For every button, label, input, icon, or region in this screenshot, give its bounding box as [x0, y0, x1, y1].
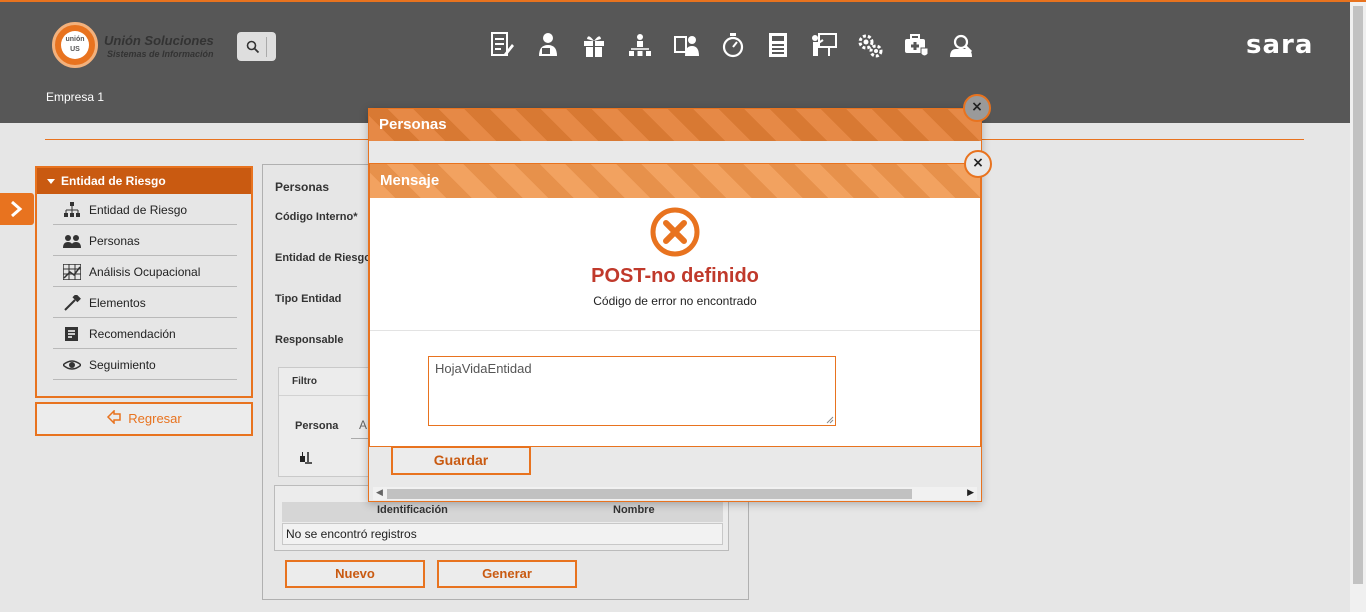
sidebar-item-recomendacion[interactable]: Recomendación	[53, 318, 237, 349]
chart-icon	[63, 264, 81, 280]
error-icon	[650, 207, 700, 257]
sidebar-item-elementos[interactable]: Elementos	[53, 287, 237, 318]
close-mensaje-button[interactable]: ×	[964, 150, 992, 178]
codigo-interno-label: Código Interno*	[275, 211, 358, 223]
sidebar-item-label: Entidad de Riesgo	[89, 203, 188, 217]
newspaper-icon[interactable]	[763, 30, 793, 60]
brand-name: sara	[1246, 30, 1314, 60]
sidebar-item-analisis-ocupacional[interactable]: Análisis Ocupacional	[53, 256, 237, 287]
note-icon	[65, 327, 78, 341]
back-button-label: Regresar	[128, 411, 182, 426]
resize-handle-icon[interactable]	[826, 416, 834, 424]
gift-icon[interactable]	[579, 30, 609, 60]
generar-button[interactable]: Generar	[437, 560, 577, 588]
error-subtitle: Código de error no encontrado	[593, 294, 757, 308]
horizontal-scrollbar[interactable]: ◀ ▶	[373, 487, 977, 500]
nuevo-button[interactable]: Nuevo	[285, 560, 425, 588]
sidebar-item-label: Personas	[89, 234, 140, 248]
filter-persona-label: Persona	[295, 420, 339, 432]
responsable-label: Responsable	[275, 334, 344, 346]
sidebar-item-seguimiento[interactable]: Seguimiento	[53, 349, 237, 380]
scroll-right-arrow-icon[interactable]: ▶	[967, 487, 974, 498]
error-detail-textarea[interactable]: HojaVidaEntidad	[428, 356, 836, 426]
column-nombre[interactable]: Nombre	[613, 504, 655, 516]
close-icon: ×	[972, 155, 984, 171]
brand-logo: sara	[1246, 30, 1313, 60]
edit-document-icon[interactable]	[487, 30, 517, 60]
sidebar-menu: Entidad de Riesgo Entidad de Riesgo Pers…	[35, 166, 253, 398]
search-separator	[266, 37, 267, 57]
close-personas-button[interactable]: ×	[963, 94, 991, 122]
table-empty-message: No se encontró registros	[282, 523, 723, 545]
search-icon	[246, 40, 260, 54]
table-header: Identificación Nombre	[282, 502, 723, 522]
hierarchy-icon	[64, 202, 80, 217]
people-icon	[63, 235, 81, 248]
logo-subtitle: Sistemas de Información	[107, 49, 214, 59]
medical-briefcase-icon[interactable]	[901, 30, 931, 60]
filter-persona-input[interactable]: A	[359, 418, 367, 432]
mensaje-dialog: Mensaje POST-no definido Código de error…	[369, 163, 981, 447]
presentation-icon[interactable]	[809, 30, 839, 60]
error-title: POST-no definido	[591, 265, 759, 287]
sidebar-title[interactable]: Entidad de Riesgo	[37, 168, 251, 194]
filter-panel: Filtro Persona A	[278, 367, 375, 477]
sidebar-item-label: Seguimiento	[89, 358, 156, 372]
personas-dialog-title: Personas	[369, 109, 981, 141]
gears-icon[interactable]	[855, 30, 885, 60]
guardar-button[interactable]: Guardar	[391, 446, 531, 475]
stopwatch-icon[interactable]	[717, 30, 747, 60]
id-card-person-icon[interactable]	[671, 30, 701, 60]
sidebar-toggle-button[interactable]	[0, 193, 34, 225]
company-name: Empresa 1	[46, 90, 105, 104]
search-button[interactable]	[237, 32, 276, 61]
company-logo[interactable]: unión US Unión Soluciones Sistemas de In…	[52, 22, 222, 68]
mensaje-dialog-title: Mensaje	[370, 164, 980, 198]
vertical-scrollbar[interactable]	[1350, 2, 1366, 612]
filter-title: Filtro	[279, 368, 373, 396]
sidebar-item-label: Análisis Ocupacional	[89, 265, 201, 279]
tipo-entidad-label: Tipo Entidad	[275, 293, 342, 305]
eye-icon	[63, 360, 81, 370]
scrollbar-thumb[interactable]	[1353, 6, 1363, 584]
sidebar-item-personas[interactable]: Personas	[53, 225, 237, 256]
logo-emblem: unión US	[52, 22, 98, 68]
inspection-icon[interactable]	[947, 30, 977, 60]
sidebar-item-entidad-riesgo[interactable]: Entidad de Riesgo	[53, 194, 237, 225]
back-button[interactable]: Regresar	[35, 402, 253, 436]
form-section-title: Personas	[275, 180, 330, 194]
column-identificacion[interactable]: Identificación	[377, 504, 448, 516]
chevron-right-icon	[11, 201, 23, 217]
scrollbar-thumb[interactable]	[387, 489, 912, 499]
close-icon: ×	[971, 99, 983, 115]
scroll-left-arrow-icon[interactable]: ◀	[376, 487, 383, 498]
message-divider	[370, 330, 980, 331]
logo-mark: unión US	[61, 31, 89, 59]
org-chart-icon[interactable]	[625, 30, 655, 60]
sidebar-item-label: Elementos	[89, 296, 146, 310]
hammer-icon	[64, 295, 81, 311]
entidad-riesgo-label: Entidad de Riesgo	[275, 252, 371, 264]
back-arrow-icon	[107, 409, 122, 425]
sidebar-item-label: Recomendación	[89, 327, 176, 341]
logo-title: Unión Soluciones	[104, 33, 214, 48]
clear-filter-icon[interactable]	[299, 450, 313, 464]
person-card-icon[interactable]	[533, 30, 563, 60]
app-header: unión US Unión Soluciones Sistemas de In…	[0, 2, 1350, 123]
